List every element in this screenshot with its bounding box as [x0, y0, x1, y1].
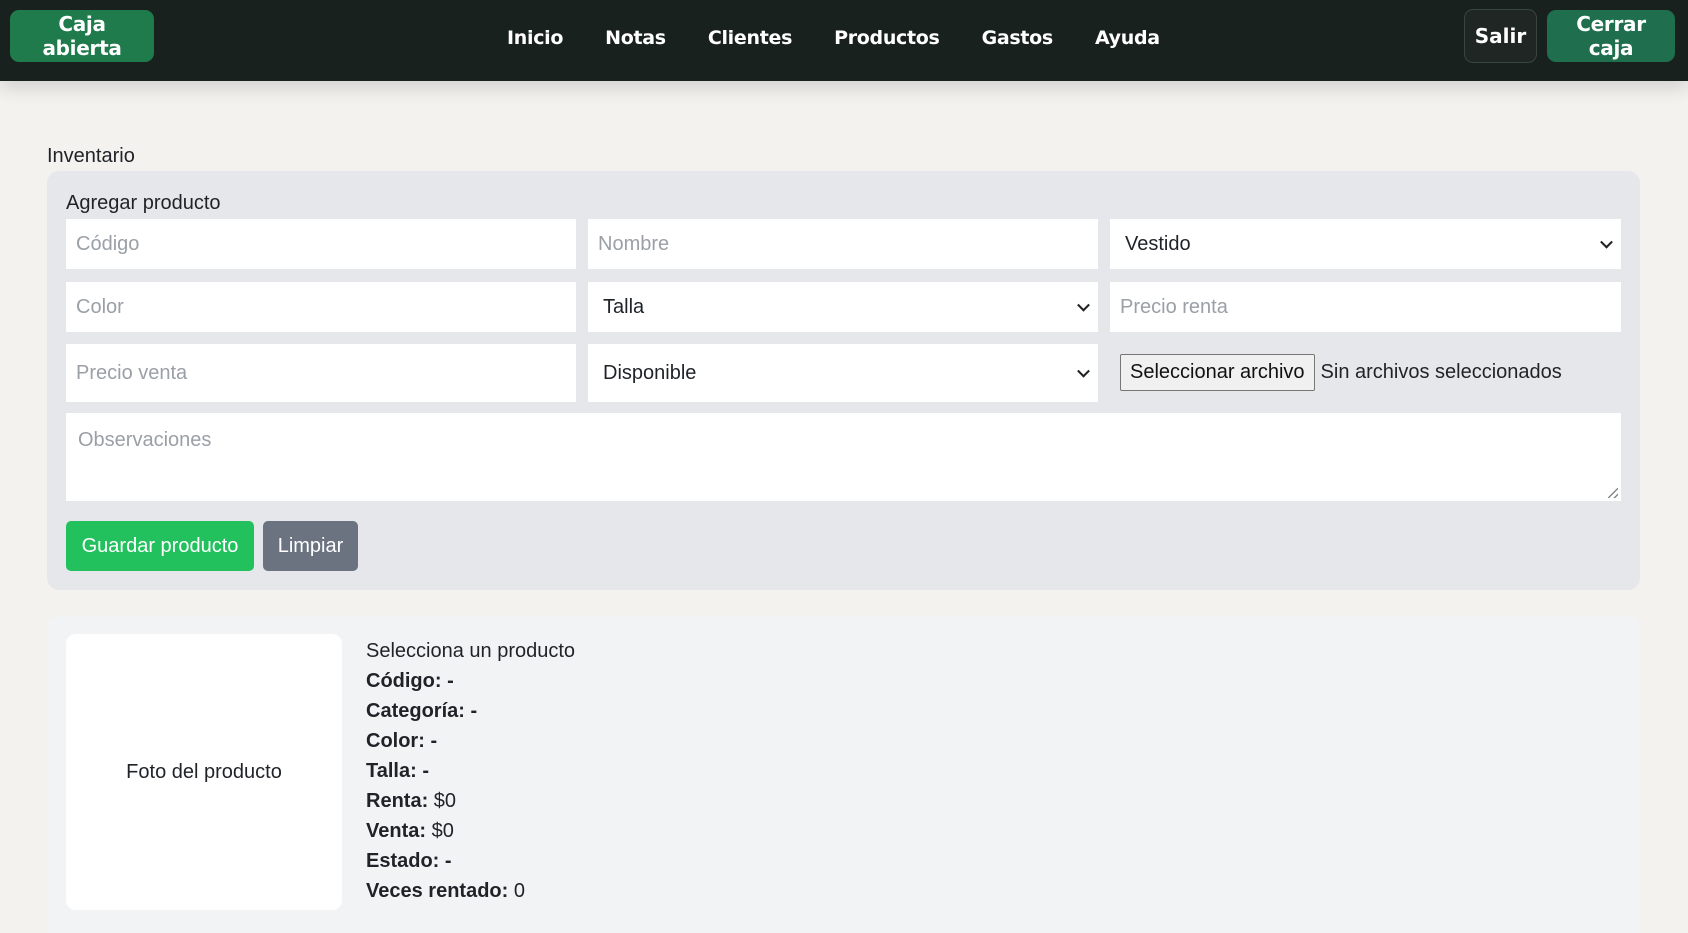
- detail-row-color: Color: -: [366, 726, 575, 756]
- page-title: Inventario: [47, 145, 135, 167]
- product-info: Selecciona un producto Código: - Categor…: [366, 636, 575, 906]
- detail-label: Estado:: [366, 850, 440, 872]
- nav-gastos[interactable]: Gastos: [961, 27, 1074, 49]
- clear-button[interactable]: Limpiar: [263, 521, 358, 571]
- detail-label: Venta:: [366, 820, 427, 842]
- detail-label: Veces rentado:: [366, 880, 509, 902]
- sale-price-input[interactable]: Precio venta: [66, 344, 576, 402]
- detail-value: 0: [508, 880, 525, 902]
- file-status-text: Sin archivos seleccionados: [1320, 361, 1562, 383]
- status-select[interactable]: Disponible: [588, 344, 1098, 402]
- cash-register-status-button[interactable]: Caja abierta: [10, 10, 154, 62]
- logout-button[interactable]: Salir: [1464, 9, 1537, 63]
- chevron-down-icon: [1077, 364, 1090, 378]
- detail-row-status: Estado: -: [366, 846, 575, 876]
- detail-value: -: [416, 760, 429, 782]
- name-input[interactable]: Nombre: [588, 219, 1098, 269]
- detail-value: -: [439, 850, 452, 872]
- notes-placeholder: Observaciones: [78, 429, 212, 451]
- chevron-down-icon: [1077, 298, 1090, 312]
- detail-row-rent-count: Veces rentado: 0: [366, 876, 575, 906]
- choose-file-button[interactable]: Seleccionar archivo: [1120, 354, 1315, 391]
- detail-label: Renta:: [366, 790, 429, 812]
- nav-ayuda[interactable]: Ayuda: [1074, 27, 1181, 49]
- nav-inicio[interactable]: Inicio: [486, 27, 584, 49]
- size-select-value: Talla: [603, 295, 645, 318]
- detail-label: Color:: [366, 730, 425, 752]
- size-select[interactable]: Talla: [588, 282, 1098, 332]
- detail-value: $0: [426, 820, 454, 842]
- detail-label: Código:: [366, 670, 442, 692]
- detail-row-sale: Venta: $0: [366, 816, 575, 846]
- category-select-value: Vestido: [1125, 232, 1191, 255]
- add-product-title: Agregar producto: [66, 192, 221, 214]
- top-navbar: Caja abierta Inicio Notas Clientes Produ…: [0, 0, 1688, 81]
- product-photo-placeholder: Foto del producto: [66, 634, 342, 910]
- status-select-value: Disponible: [603, 361, 697, 384]
- nav-productos[interactable]: Productos: [813, 27, 960, 49]
- product-photo-label: Foto del producto: [126, 760, 282, 783]
- detail-value: -: [424, 730, 438, 752]
- product-detail-panel: Foto del producto Selecciona un producto…: [47, 616, 1640, 933]
- detail-row-rent: Renta: $0: [366, 786, 575, 816]
- save-product-button[interactable]: Guardar producto: [66, 521, 254, 571]
- detail-value: $0: [428, 790, 457, 812]
- detail-label: Talla:: [366, 760, 417, 782]
- code-input[interactable]: Código: [66, 219, 576, 269]
- chevron-down-icon: [1600, 235, 1613, 249]
- nav-clientes[interactable]: Clientes: [687, 27, 813, 49]
- resize-handle-icon[interactable]: [1608, 488, 1618, 498]
- add-product-card: Agregar producto Código Nombre Vestido C…: [47, 171, 1640, 590]
- color-input[interactable]: Color: [66, 282, 576, 332]
- detail-row-code: Código: -: [366, 666, 575, 696]
- rent-price-input[interactable]: Precio renta: [1110, 282, 1621, 332]
- close-register-button[interactable]: Cerrar caja: [1547, 10, 1675, 62]
- nav-notas[interactable]: Notas: [584, 27, 687, 49]
- photo-file-input: Seleccionar archivo Sin archivos selecci…: [1120, 354, 1562, 391]
- product-detail-heading: Selecciona un producto: [366, 640, 576, 662]
- detail-row-category: Categoría: -: [366, 696, 575, 726]
- detail-row-size: Talla: -: [366, 756, 575, 786]
- detail-label: Categoría:: [366, 700, 465, 722]
- detail-value: -: [464, 700, 478, 722]
- main-nav: Inicio Notas Clientes Productos Gastos A…: [486, 0, 1181, 75]
- category-select[interactable]: Vestido: [1110, 219, 1621, 269]
- detail-value: -: [441, 670, 454, 692]
- notes-textarea[interactable]: Observaciones: [66, 413, 1621, 501]
